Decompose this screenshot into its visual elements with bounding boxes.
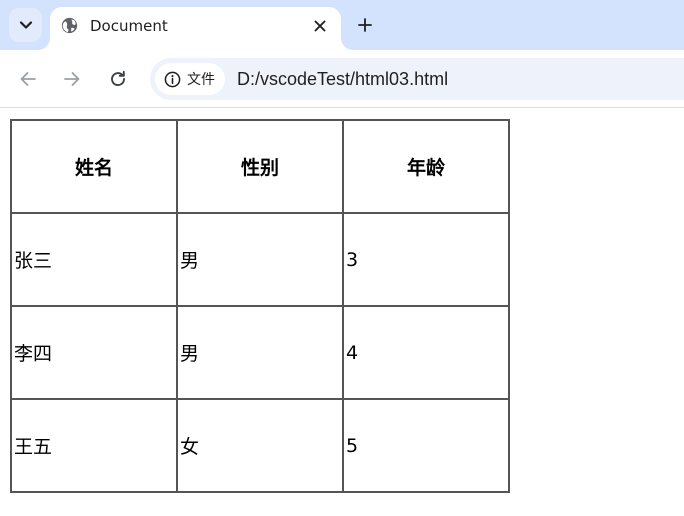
globe-icon bbox=[61, 17, 78, 34]
reload-button[interactable] bbox=[106, 67, 130, 91]
forward-button[interactable] bbox=[60, 67, 84, 91]
chevron-down-icon bbox=[19, 21, 32, 29]
close-icon bbox=[314, 20, 326, 32]
table-cell-age: 3 bbox=[343, 213, 509, 306]
tab-title: Document bbox=[90, 17, 168, 35]
table-header-row: 姓名 性别 年龄 bbox=[11, 120, 509, 213]
page-content: 姓名 性别 年龄 张三 男 3 李四 男 4 王五 女 5 bbox=[0, 109, 684, 516]
tab-search-button[interactable] bbox=[9, 8, 42, 42]
info-icon bbox=[164, 71, 181, 87]
site-info-chip[interactable]: 文件 bbox=[155, 63, 225, 95]
back-button[interactable] bbox=[16, 67, 40, 91]
table-row: 王五 女 5 bbox=[11, 399, 509, 492]
column-header-gender: 性别 bbox=[177, 120, 343, 213]
table-cell-gender: 男 bbox=[177, 306, 343, 399]
new-tab-button[interactable] bbox=[354, 14, 376, 36]
table-cell-gender: 女 bbox=[177, 399, 343, 492]
tab-close-button[interactable] bbox=[310, 16, 330, 36]
tab-strip: Document bbox=[0, 0, 684, 50]
tab-document[interactable]: Document bbox=[50, 7, 341, 50]
table-cell-age: 5 bbox=[343, 399, 509, 492]
site-info-label: 文件 bbox=[187, 72, 215, 88]
table-cell-name: 李四 bbox=[11, 306, 177, 399]
table-cell-gender: 男 bbox=[177, 213, 343, 306]
table-row: 李四 男 4 bbox=[11, 306, 509, 399]
table-cell-age: 4 bbox=[343, 306, 509, 399]
back-arrow-icon bbox=[20, 72, 36, 86]
address-bar[interactable]: 文件 D:/vscodeTest/html03.html bbox=[150, 58, 684, 100]
column-header-name: 姓名 bbox=[11, 120, 177, 213]
table-cell-name: 张三 bbox=[11, 213, 177, 306]
table-cell-name: 王五 bbox=[11, 399, 177, 492]
forward-arrow-icon bbox=[64, 72, 80, 86]
data-table: 姓名 性别 年龄 张三 男 3 李四 男 4 王五 女 5 bbox=[10, 119, 510, 493]
url-text[interactable]: D:/vscodeTest/html03.html bbox=[237, 68, 448, 90]
plus-icon bbox=[358, 18, 372, 32]
browser-toolbar: 文件 D:/vscodeTest/html03.html bbox=[0, 50, 684, 108]
table-row: 张三 男 3 bbox=[11, 213, 509, 306]
column-header-age: 年龄 bbox=[343, 120, 509, 213]
reload-icon bbox=[111, 70, 125, 87]
